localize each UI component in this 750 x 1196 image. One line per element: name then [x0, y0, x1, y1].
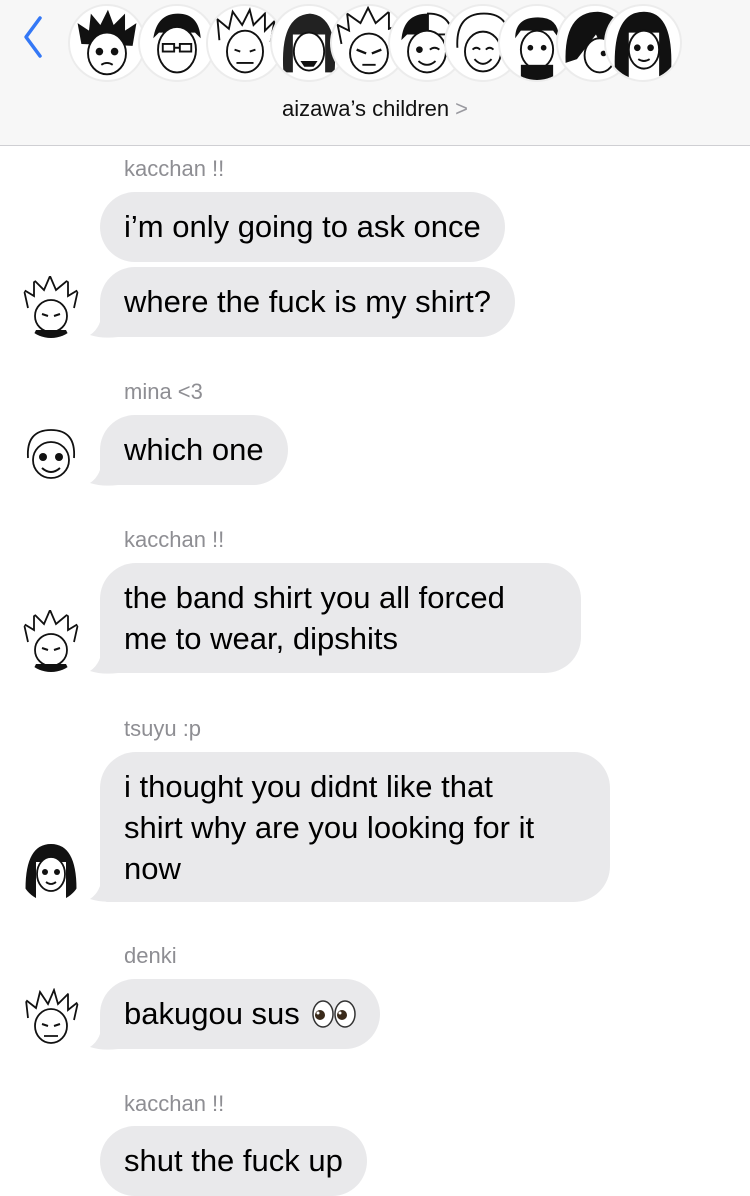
- chevron-right-icon: >: [455, 96, 468, 121]
- sender-avatar[interactable]: [20, 424, 82, 486]
- participant-avatar: [138, 4, 216, 82]
- participant-avatar: [68, 4, 146, 82]
- sender-avatar[interactable]: [20, 276, 82, 338]
- bubble-tail: [90, 873, 118, 902]
- bubble-tail: [90, 645, 118, 674]
- bubble-tail: [90, 309, 118, 338]
- sender-name: kacchan !!: [124, 1091, 225, 1116]
- sender-avatar[interactable]: [20, 610, 82, 672]
- sender-name: tsuyu :p: [124, 716, 202, 741]
- message-text: which one: [124, 432, 264, 467]
- message-bubble[interactable]: the band shirt you all forced me to wear…: [100, 563, 581, 673]
- message-text-line: shirt why are you looking for it: [124, 810, 535, 845]
- eyes-emoji-icon: [312, 1000, 357, 1028]
- sender-avatar[interactable]: [20, 840, 82, 902]
- sender-name: kacchan !!: [124, 156, 225, 181]
- message-text-line: the band shirt you all forced: [124, 580, 505, 615]
- message-bubble[interactable]: where the fuck is my shirt?: [100, 267, 515, 337]
- sender-name: kacchan !!: [124, 527, 225, 552]
- message-bubble[interactable]: i’m only going to ask once: [100, 192, 505, 262]
- group-name: aizawa’s children: [282, 96, 450, 121]
- message-bubble[interactable]: i thought you didnt like that shirt why …: [100, 752, 610, 902]
- message-bubble[interactable]: bakugou sus: [100, 979, 381, 1049]
- bubble-tail: [90, 1021, 118, 1050]
- sender-name: denki: [124, 943, 177, 968]
- group-name-button[interactable]: aizawa’s children >: [0, 96, 750, 122]
- participant-avatar: [604, 4, 682, 82]
- participant-avatars[interactable]: [0, 0, 750, 90]
- message-bubble[interactable]: which one: [100, 415, 288, 485]
- message-text-line: me to wear, dipshits: [124, 621, 398, 656]
- message-text: i’m only going to ask once: [124, 209, 481, 244]
- sender-name: mina <3: [124, 379, 203, 404]
- message-text-line: i thought you didnt like that: [124, 769, 493, 804]
- message-text: bakugou sus: [124, 996, 300, 1031]
- message-text-line: now: [124, 851, 181, 886]
- conversation-header: aizawa’s children >: [0, 0, 750, 146]
- message-text: shut the fuck up: [124, 1143, 343, 1178]
- message-text: where the fuck is my shirt?: [124, 284, 491, 319]
- sender-avatar[interactable]: [20, 988, 82, 1050]
- message-bubble[interactable]: shut the fuck up: [100, 1126, 367, 1196]
- bubble-tail: [90, 457, 118, 486]
